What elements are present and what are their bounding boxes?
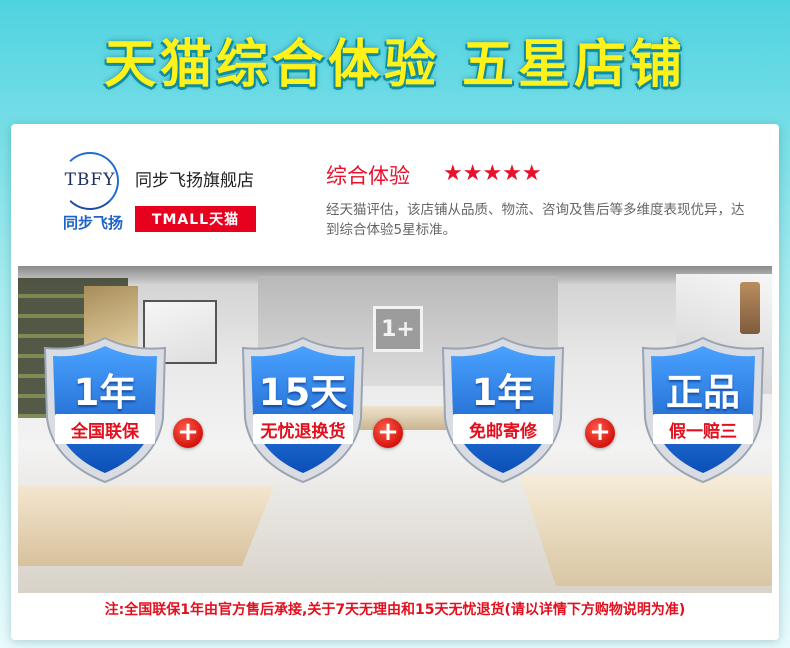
plus-icon: + <box>585 418 615 448</box>
plus-icon: + <box>373 418 403 448</box>
store-card: TBFY 同步飞扬 同步飞扬旗舰店 TMALL天猫 综合体验 ★★★★★ 经天猫… <box>11 124 779 640</box>
guarantee-shield[interactable]: 1年 全国联保 <box>41 334 169 484</box>
rating-stars-icon: ★★★★★ <box>443 161 542 186</box>
guarantee-label: 免邮寄修 <box>453 414 553 444</box>
footnote: 注:全国联保1年由官方售后承接,关于7天无理由和15天无忧退货(请以详情下方购物… <box>104 602 686 618</box>
phone-image <box>740 282 760 334</box>
guarantee-label: 无忧退换货 <box>253 414 353 444</box>
guarantee-number: 正品 <box>666 371 740 414</box>
display-table <box>520 476 772 586</box>
tmall-badge: TMALL天猫 <box>135 206 256 232</box>
guarantee-label: 假一赔三 <box>653 414 753 444</box>
display-table <box>18 486 275 566</box>
rating-title: 综合体验 <box>326 164 410 188</box>
guarantee-shield[interactable]: 1年 免邮寄修 <box>439 334 567 484</box>
rating-description: 经天猫评估，该店铺从品质、物流、咨询及售后等多维度表现优异，达到综合体验5星标准… <box>326 202 745 238</box>
banner-title: 天猫综合体验 五星店铺 <box>103 35 687 95</box>
store-name[interactable]: 同步飞扬旗舰店 <box>135 166 254 191</box>
brand-logo-icon: 1+ <box>373 306 423 352</box>
logo-text: TBFY <box>64 170 116 190</box>
store-logo[interactable]: TBFY 同步飞扬 <box>55 152 131 232</box>
guarantee-number: 1年 <box>73 371 137 414</box>
logo-name: 同步飞扬 <box>62 214 123 232</box>
guarantee-shield[interactable]: 15天 无忧退换货 <box>239 334 367 484</box>
guarantee-label: 全国联保 <box>55 414 155 444</box>
guarantee-number: 15天 <box>258 371 348 414</box>
guarantee-shield[interactable]: 正品 假一赔三 <box>639 334 767 484</box>
plus-icon: + <box>173 418 203 448</box>
guarantee-number: 1年 <box>471 371 535 414</box>
